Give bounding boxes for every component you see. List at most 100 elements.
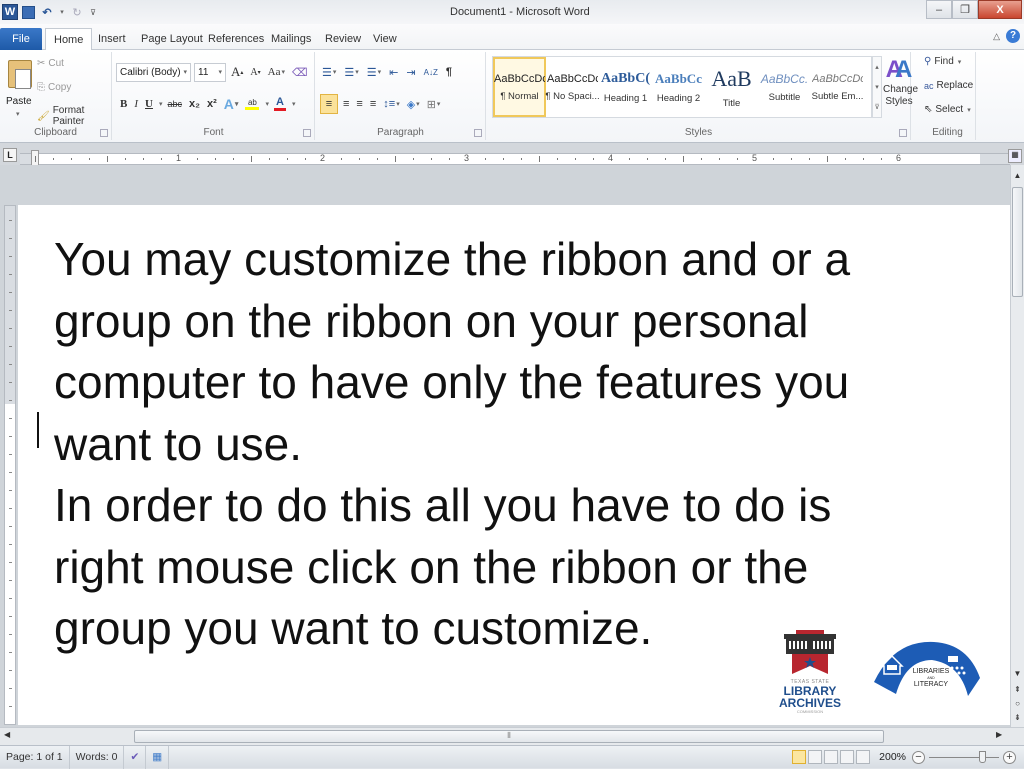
change-case-button[interactable]: Aa ▾ [266, 62, 287, 82]
tab-review[interactable]: Review [317, 28, 369, 50]
multilevel-list-button[interactable]: ☰ ▾ [365, 62, 383, 82]
tab-view[interactable]: View [365, 28, 405, 50]
paste-button[interactable]: Paste ▾ [2, 54, 34, 120]
macro-recording-icon[interactable]: ▦ [146, 745, 170, 769]
word-count[interactable]: Words: 0 [70, 745, 125, 769]
cut-button[interactable]: ✂ Cut [37, 58, 64, 69]
increase-indent-button[interactable]: ⇥ [404, 62, 417, 82]
vertical-scroll-thumb[interactable] [1012, 187, 1023, 297]
restore-button[interactable]: ❐ [952, 0, 978, 19]
save-icon[interactable] [22, 5, 35, 19]
undo-icon[interactable]: ↶ [39, 4, 55, 20]
scroll-right-button[interactable]: ▶ [996, 730, 1002, 739]
bullets-button[interactable]: ☰ ▾ [320, 62, 338, 82]
font-color-button[interactable]: A [272, 94, 288, 114]
font-size-combobox[interactable]: 11 ▾ [194, 62, 226, 82]
text-effects-button[interactable]: A ▾ [222, 94, 241, 114]
tab-insert[interactable]: Insert [90, 28, 134, 50]
zoom-level[interactable]: 200% [879, 751, 906, 763]
numbering-button[interactable]: ☰ ▾ [342, 62, 360, 82]
help-icon[interactable]: ? [1006, 29, 1020, 43]
style-title[interactable]: AaB Title [705, 57, 758, 117]
outline-view-button[interactable] [840, 750, 855, 764]
more-styles-icon[interactable]: ⊽ [874, 103, 879, 111]
undo-dropdown-icon[interactable]: ▾ [59, 4, 65, 20]
align-right-button[interactable]: ≡ [354, 94, 364, 114]
sort-button[interactable]: A↓Z [422, 62, 440, 82]
document-body-text[interactable]: You may customize the ribbon and or a gr… [54, 229, 984, 660]
underline-button[interactable]: U [143, 94, 155, 114]
scroll-down-button[interactable]: ▼ [1011, 667, 1024, 681]
shading-button[interactable]: ◈ ▾ [405, 94, 422, 114]
styles-gallery-scroll[interactable]: ▴ ▾ ⊽ [872, 56, 882, 118]
tab-home[interactable]: Home [45, 28, 93, 51]
style-normal[interactable]: AaBbCcDc ¶ Normal [493, 57, 546, 117]
style-subtle-emphasis[interactable]: AaBbCcDc Subtle Em... [811, 57, 864, 117]
bold-button[interactable]: B [118, 94, 129, 114]
clipboard-dialog-launcher[interactable] [100, 129, 108, 137]
paragraph-dialog-launcher[interactable] [474, 129, 482, 137]
borders-button[interactable]: ⊞ ▾ [425, 94, 443, 114]
vertical-ruler[interactable] [4, 205, 16, 725]
zoom-slider[interactable] [929, 750, 999, 763]
tab-references[interactable]: References [200, 28, 272, 50]
show-formatting-marks-button[interactable]: ¶ [444, 62, 454, 82]
scroll-up-icon[interactable]: ▴ [875, 63, 879, 71]
select-button[interactable]: ⇖ Select ▾ [924, 104, 971, 115]
next-page-button[interactable]: ⇟ [1011, 711, 1024, 725]
print-layout-view-button[interactable] [792, 750, 807, 764]
decrease-indent-button[interactable]: ⇤ [387, 62, 400, 82]
select-browse-object-button[interactable]: ○ [1011, 697, 1024, 711]
minimize-button[interactable]: – [926, 0, 952, 19]
word-logo-icon[interactable]: W [2, 4, 18, 20]
styles-dialog-launcher[interactable] [899, 129, 907, 137]
clear-formatting-button[interactable]: ⌫ [290, 62, 310, 82]
replace-button[interactable]: ac Replace [924, 80, 973, 91]
web-layout-view-button[interactable] [824, 750, 839, 764]
previous-page-button[interactable]: ⇞ [1011, 683, 1024, 697]
vertical-scrollbar[interactable]: ▲ ▼ ⇞ ○ ⇟ [1010, 165, 1024, 727]
shrink-font-button[interactable]: A ▾ [248, 62, 262, 82]
grow-font-button[interactable]: A ▴ [229, 62, 245, 82]
document-page[interactable]: You may customize the ribbon and or a gr… [18, 205, 1010, 725]
close-button[interactable]: X [978, 0, 1022, 19]
change-styles-button[interactable]: AA Change Styles [883, 56, 918, 120]
horizontal-scrollbar[interactable]: ◀ ⦀ ▶ [0, 727, 1024, 745]
minimize-ribbon-icon[interactable]: △ [993, 31, 1000, 42]
tab-selector-button[interactable]: L [3, 148, 17, 162]
zoom-out-button[interactable]: − [912, 750, 925, 764]
view-ruler-button[interactable]: ▦ [1008, 149, 1022, 163]
tab-mailings[interactable]: Mailings [263, 28, 319, 50]
subscript-button[interactable]: x₂ [187, 94, 202, 114]
italic-button[interactable]: I [132, 94, 140, 114]
align-left-button[interactable]: ≡ [320, 94, 338, 114]
page-count[interactable]: Page: 1 of 1 [0, 745, 70, 769]
zoom-slider-knob[interactable] [978, 750, 986, 763]
highlight-button[interactable]: ab [243, 94, 261, 114]
font-dialog-launcher[interactable] [303, 129, 311, 137]
horizontal-ruler[interactable]: 1 2 3 4 5 6 [20, 150, 1010, 166]
copy-button[interactable]: ⎘ Copy [37, 82, 71, 93]
scroll-up-button[interactable]: ▲ [1011, 169, 1024, 183]
style-no-spacing[interactable]: AaBbCcDc ¶ No Spaci... [545, 57, 599, 117]
scroll-left-button[interactable]: ◀ [4, 730, 10, 739]
proofing-icon[interactable]: ✔ [124, 745, 147, 769]
find-button[interactable]: ⚲ Find ▾ [924, 56, 961, 67]
justify-button[interactable]: ≡ [368, 94, 378, 114]
line-spacing-button[interactable]: ↕≡ ▾ [381, 94, 401, 114]
style-heading-1[interactable]: AaBbC(Heading 1 [599, 57, 652, 117]
scroll-down-icon[interactable]: ▾ [875, 83, 879, 91]
font-name-combobox[interactable]: Calibri (Body) ▾ [116, 62, 191, 82]
center-button[interactable]: ≡ [341, 94, 351, 114]
format-painter-button[interactable]: 🖌 Format Painter [37, 105, 111, 127]
redo-icon[interactable]: ↻ [69, 4, 85, 20]
zoom-in-button[interactable]: + [1003, 750, 1016, 764]
horizontal-scroll-thumb[interactable]: ⦀ [134, 730, 884, 743]
tab-file[interactable]: File [0, 28, 42, 50]
strikethrough-button[interactable]: abc [165, 94, 184, 114]
customize-qat-icon[interactable]: ⊽ [89, 4, 97, 20]
full-screen-reading-view-button[interactable] [808, 750, 823, 764]
superscript-button[interactable]: x² [205, 94, 219, 114]
style-subtitle[interactable]: AaBbCc. Subtitle [758, 57, 811, 117]
style-heading-2[interactable]: AaBbCc Heading 2 [652, 57, 705, 117]
